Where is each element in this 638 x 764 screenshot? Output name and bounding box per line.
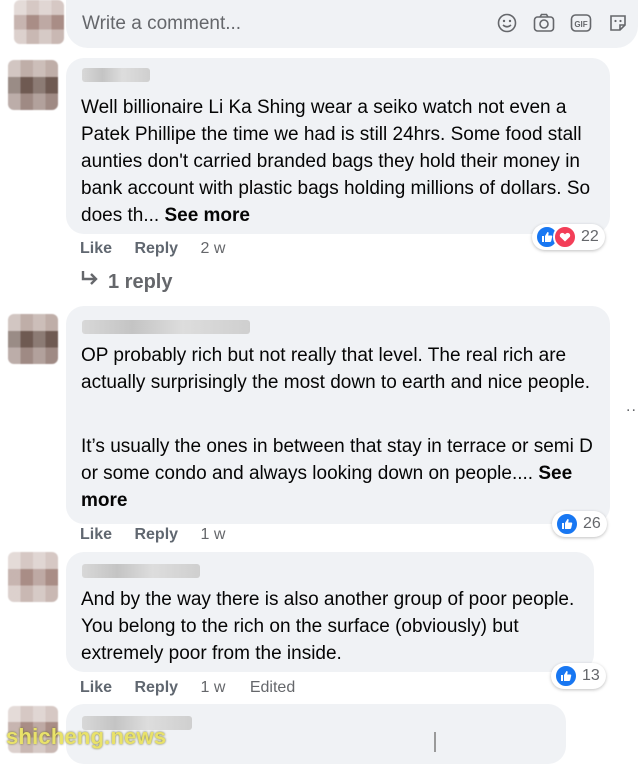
reaction-summary[interactable]: 13: [551, 663, 606, 689]
reply-button[interactable]: Reply: [134, 526, 178, 543]
comment-timestamp[interactable]: 1 w: [201, 526, 226, 543]
comment-text: And by the way there is also another gro…: [81, 589, 575, 664]
more-options-dots[interactable]: ..: [626, 398, 637, 416]
comment-actions: Like Reply 1 w Edited: [80, 679, 315, 697]
see-more-link[interactable]: See more: [164, 205, 250, 226]
comment-timestamp[interactable]: 1 w: [201, 679, 226, 696]
commenter-name[interactable]: [82, 564, 200, 578]
love-reaction-icon: [553, 225, 577, 249]
reaction-summary[interactable]: 26: [552, 511, 607, 537]
commenter-name[interactable]: [82, 68, 150, 82]
text-cursor: [434, 732, 436, 752]
comment-text: It’s usually the ones in between that st…: [81, 436, 593, 511]
reaction-count: 22: [581, 228, 599, 245]
commenter-avatar[interactable]: [8, 314, 58, 364]
sticker-icon[interactable]: [607, 12, 629, 34]
edited-label[interactable]: Edited: [250, 679, 295, 696]
comment-bubble: Well billionaire Li Ka Shing wear a seik…: [66, 58, 610, 234]
like-reaction-icon: [555, 512, 579, 536]
commenter-avatar[interactable]: [8, 60, 58, 110]
gif-icon[interactable]: GIF: [570, 12, 592, 34]
comment-text: Well billionaire Li Ka Shing wear a seik…: [81, 97, 591, 226]
like-reaction-icon: [554, 664, 578, 688]
comment-input[interactable]: [80, 12, 464, 36]
comment-text: OP probably rich but not really that lev…: [81, 345, 591, 393]
comment-timestamp[interactable]: 2 w: [201, 240, 226, 257]
reply-button[interactable]: Reply: [134, 240, 178, 257]
like-button[interactable]: Like: [80, 240, 112, 257]
watermark: shicheng.news: [6, 724, 167, 749]
reaction-summary[interactable]: 22: [532, 224, 605, 250]
reply-arrow-icon: [80, 270, 100, 294]
reaction-count: 26: [583, 515, 601, 532]
reply-button[interactable]: Reply: [134, 679, 178, 696]
comment-bubble: And by the way there is also another gro…: [66, 552, 594, 672]
emoji-icon[interactable]: [496, 12, 518, 34]
svg-text:GIF: GIF: [574, 20, 587, 29]
comment-actions: Like Reply 1 w: [80, 526, 245, 544]
commenter-name[interactable]: [82, 320, 250, 334]
view-replies-link[interactable]: 1 reply: [80, 270, 172, 294]
camera-icon[interactable]: [533, 12, 555, 34]
comment-composer[interactable]: GIF: [66, 0, 638, 48]
comment-actions: Like Reply 2 w: [80, 240, 245, 258]
replies-count-label: 1 reply: [108, 270, 173, 293]
current-user-avatar: [14, 0, 64, 44]
comment-bubble: OP probably rich but not really that lev…: [66, 306, 610, 524]
reaction-count: 13: [582, 667, 600, 684]
commenter-avatar[interactable]: [8, 552, 58, 602]
like-button[interactable]: Like: [80, 526, 112, 543]
like-button[interactable]: Like: [80, 679, 112, 696]
